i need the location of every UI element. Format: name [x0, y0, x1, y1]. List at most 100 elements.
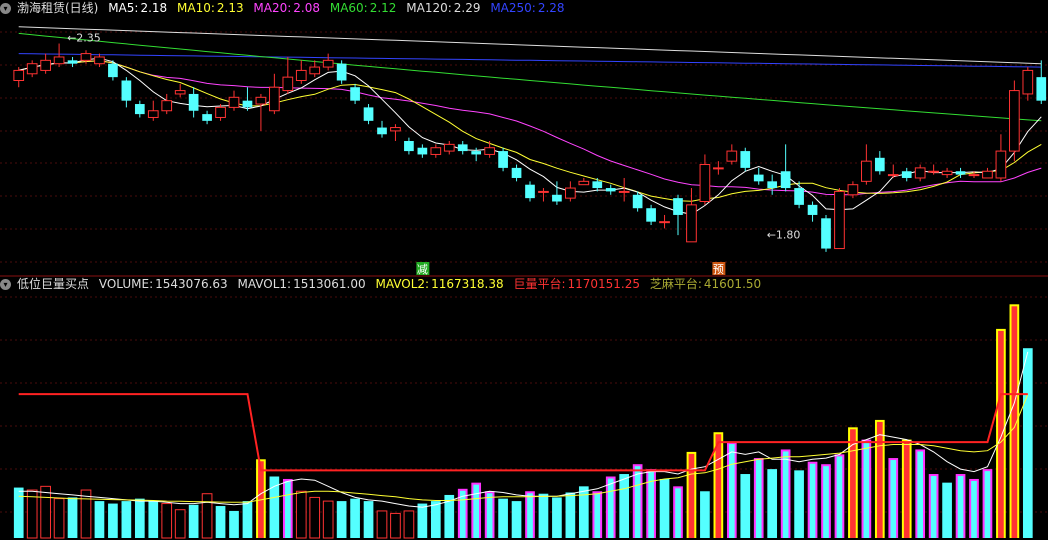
- candle: [1022, 69, 1034, 95]
- volume-bar: [256, 459, 266, 538]
- volume-bar: [403, 510, 415, 539]
- volume-bar: [767, 469, 778, 538]
- collapse-icon[interactable]: ▾: [0, 3, 11, 14]
- volume-bar-inner: [648, 471, 654, 538]
- volume-bar: [148, 501, 159, 538]
- volume-bar: [242, 501, 253, 538]
- candle: [471, 151, 482, 155]
- candle: [726, 150, 738, 162]
- volume-bar: [915, 449, 926, 538]
- ma250-line: [18, 53, 1042, 68]
- kline-chart[interactable]: ←2.35 ←1.80 减 预: [0, 0, 1048, 540]
- candle: [821, 218, 831, 249]
- candle: [955, 171, 966, 175]
- candle: [713, 167, 724, 170]
- volume-bar: [350, 498, 360, 538]
- volume-bar-inner: [284, 480, 291, 538]
- volume-bar: [188, 504, 199, 538]
- volume-bar: [322, 500, 334, 539]
- volume-bar: [713, 432, 724, 538]
- signal-marker-bg: [416, 262, 430, 275]
- candle: [295, 69, 307, 81]
- volume-bar: [67, 497, 78, 538]
- volume-bar: [821, 464, 831, 538]
- candle: [350, 87, 360, 101]
- volume-bar: [13, 487, 24, 538]
- volume-bar: [53, 498, 65, 539]
- volume-bar: [269, 476, 280, 538]
- candle: [605, 188, 616, 192]
- volume-bar: [686, 451, 697, 538]
- volume-bar: [511, 501, 522, 538]
- volume-bar-inner: [917, 451, 924, 538]
- ma10-value: 2.13: [216, 1, 244, 15]
- ma20-line: [18, 60, 1042, 196]
- candle: [134, 104, 145, 115]
- volume-bar-inner: [850, 429, 856, 538]
- candle: [618, 190, 630, 193]
- candle: [336, 63, 347, 81]
- volume-bar: [592, 491, 603, 538]
- volume-bar-inner: [1011, 306, 1018, 538]
- candle: [1036, 77, 1047, 101]
- collapse-icon[interactable]: ▾: [0, 279, 11, 290]
- price-annotation: ←1.80: [767, 228, 801, 241]
- volume-bar: [336, 501, 347, 538]
- volume-bar: [94, 501, 105, 538]
- candle: [121, 80, 132, 101]
- volume-bar: [578, 486, 589, 538]
- volume-bar-inner: [998, 330, 1004, 538]
- candle: [794, 188, 804, 205]
- volume-bar: [417, 503, 428, 538]
- mavol2-value: 1167318.38: [431, 277, 504, 291]
- volume-bar-inner: [823, 466, 829, 538]
- candle: [255, 96, 267, 105]
- volume-bar-inner: [957, 476, 964, 538]
- volume-bar-inner: [486, 493, 493, 538]
- signal-marker: 减: [417, 263, 428, 276]
- top-legend: ▾ 渤海租赁(日线) MA5: 2.18 MA10: 2.13 MA20: 2.08 M…: [0, 0, 571, 16]
- volume-bar: [376, 510, 388, 539]
- volume-bar: [982, 469, 993, 538]
- candle: [417, 147, 428, 155]
- volume-bar: [942, 482, 952, 538]
- volume-bar-inner: [594, 493, 601, 538]
- candle: [322, 59, 334, 68]
- candle: [686, 204, 697, 243]
- candle: [309, 66, 321, 75]
- volume-bar: [888, 458, 899, 538]
- ma250-label: MA250:: [490, 1, 536, 15]
- volume-bar-inner: [728, 444, 735, 538]
- candle: [968, 174, 980, 177]
- volume-bar: [659, 478, 670, 538]
- signal-marker-bg: [712, 262, 726, 275]
- volume-bar: [807, 461, 818, 538]
- volume-bar: [430, 501, 441, 538]
- volume-bar-inner: [634, 466, 641, 538]
- candle: [525, 184, 535, 199]
- candle: [861, 160, 872, 182]
- platform-label: 巨量平台:: [513, 277, 566, 291]
- candle: [632, 194, 643, 209]
- volume-value: 1543076.63: [155, 277, 228, 291]
- volume-bar: [700, 491, 710, 538]
- volume-bar-inner: [258, 461, 264, 538]
- ma120-value: 2.29: [453, 1, 481, 15]
- volume-bar-inner: [876, 421, 883, 538]
- volume-bar: [1009, 304, 1020, 538]
- volume-bar: [753, 458, 764, 538]
- candle: [40, 59, 51, 71]
- volume-bar: [955, 474, 966, 538]
- volume-bar: [996, 328, 1006, 538]
- candle: [377, 127, 387, 135]
- volume-bar: [928, 474, 939, 538]
- volume-bar: [80, 489, 92, 539]
- volume-bar: [26, 489, 38, 539]
- bottom-legend: ▾ 低位巨量买点 VOLUME: 1543076.63 MAVOL1: 1513061…: [0, 276, 767, 292]
- ma20-value: 2.08: [293, 1, 321, 15]
- volume-bar: [740, 474, 751, 538]
- signal-marker: 预: [713, 263, 724, 276]
- volume-bar-inner: [688, 453, 695, 538]
- stock-title: 渤海租赁(日线): [17, 1, 99, 15]
- volume-bar-inner: [930, 476, 937, 538]
